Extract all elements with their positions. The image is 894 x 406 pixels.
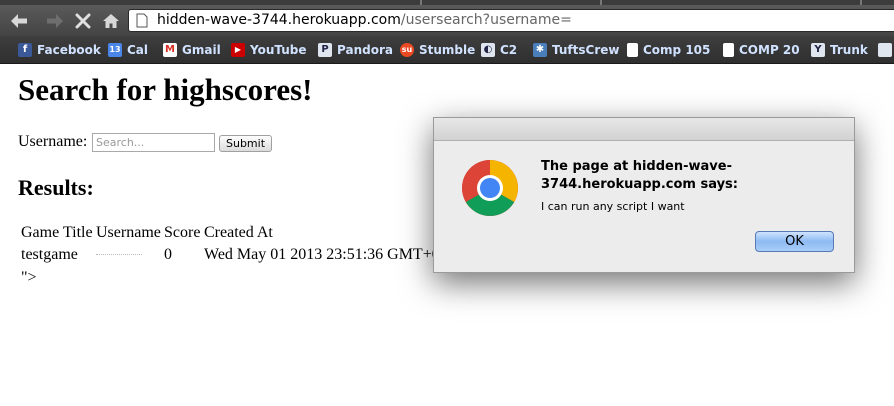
- bookmark-comp-20[interactable]: COMP 20: [723, 41, 800, 58]
- bookmark-cal[interactable]: 13 Cal: [108, 41, 148, 58]
- results-heading: Results:: [18, 175, 94, 200]
- back-arrow-icon[interactable]: [8, 10, 30, 32]
- column-header-score: Score: [164, 224, 201, 241]
- username-label: Username:: [18, 133, 88, 150]
- dialog-titlebar: [434, 118, 854, 141]
- cell-score: 0: [164, 246, 172, 263]
- chrome-logo-icon: [461, 159, 519, 221]
- bookmark-pandora[interactable]: P Pandora: [318, 41, 393, 58]
- bookmark-label: Cal: [127, 42, 149, 57]
- dialog-message: I can run any script I want: [541, 200, 685, 213]
- gmail-icon: M: [163, 42, 177, 57]
- page-title: Search for highscores!: [18, 72, 313, 107]
- cell-username-redacted: [96, 246, 142, 264]
- bookmark-overflow[interactable]: [878, 41, 894, 58]
- bookmark-label: COMP 20: [739, 42, 800, 57]
- bookmark-label: TuftsCrew: [552, 42, 620, 57]
- bookmark-tuftscrew[interactable]: ✱ TuftsCrew: [533, 41, 619, 58]
- bookmark-label: Comp 105: [643, 42, 711, 57]
- calendar-icon: 13: [108, 42, 122, 57]
- dialog-heading: The page at hidden-wave-3744.herokuapp.c…: [541, 159, 738, 192]
- browser-toolbar: hidden-wave-3744.herokuapp.com/usersearc…: [0, 5, 894, 36]
- youtube-icon: ▶: [231, 42, 245, 57]
- stumbleupon-icon: su: [400, 42, 414, 57]
- bookmark-gmail[interactable]: M Gmail: [163, 41, 221, 58]
- redaction-mark: [96, 253, 142, 257]
- bookmark-c2[interactable]: ◐ C2: [481, 41, 517, 58]
- bookmark-label: Gmail: [182, 42, 221, 57]
- c2-icon: ◐: [481, 42, 495, 57]
- bookmark-facebook[interactable]: f Facebook: [18, 41, 101, 58]
- bookmark-stumble[interactable]: su Stumble: [400, 41, 475, 58]
- url-text: hidden-wave-3744.herokuapp.com/usersearc…: [157, 10, 572, 31]
- trunk-icon: Y: [811, 42, 825, 57]
- cell-game-title: testgame: [21, 246, 78, 263]
- stray-markup-text: ">: [21, 269, 37, 286]
- url-path: /usersearch?username=: [400, 12, 572, 28]
- home-icon[interactable]: [100, 10, 122, 32]
- bookmark-label: Facebook: [37, 42, 101, 57]
- address-bar[interactable]: hidden-wave-3744.herokuapp.com/usersearc…: [128, 9, 894, 32]
- alert-dialog: The page at hidden-wave-3744.herokuapp.c…: [433, 117, 855, 273]
- facebook-icon: f: [18, 42, 32, 57]
- bookmark-label: Trunk: [830, 42, 868, 57]
- stop-icon[interactable]: [72, 10, 94, 32]
- bookmark-youtube[interactable]: ▶ YouTube: [231, 41, 307, 58]
- page-icon: [136, 13, 148, 31]
- username-search-input[interactable]: [92, 133, 215, 152]
- bookmark-trunk[interactable]: Y Trunk: [811, 41, 868, 58]
- pandora-icon: P: [318, 42, 332, 57]
- column-header-created-at: Created At: [204, 224, 273, 241]
- bookmark-label: Stumble: [419, 42, 476, 57]
- submit-button[interactable]: Submit: [219, 135, 272, 152]
- column-header-game-title: Game Title: [21, 224, 93, 241]
- bookmark-label: YouTube: [250, 42, 307, 57]
- bookmark-label: Pandora: [337, 42, 393, 57]
- page-icon: [627, 42, 638, 57]
- bookmark-icon: [878, 42, 892, 57]
- bookmark-comp-105[interactable]: Comp 105: [627, 41, 710, 58]
- page-icon: [723, 42, 734, 57]
- url-host: hidden-wave-3744.herokuapp.com: [157, 12, 401, 28]
- ok-button[interactable]: OK: [755, 231, 834, 252]
- forward-arrow-icon[interactable]: [44, 10, 66, 32]
- cell-created-at: Wed May 01 2013 23:51:36 GMT+0: [204, 246, 440, 263]
- tuftscrew-icon: ✱: [533, 42, 547, 57]
- bookmark-label: C2: [500, 42, 518, 57]
- column-header-username: Username: [96, 224, 161, 241]
- bookmarks-bar: f Facebook 13 Cal M Gmail ▶ YouTube P Pa…: [0, 36, 894, 64]
